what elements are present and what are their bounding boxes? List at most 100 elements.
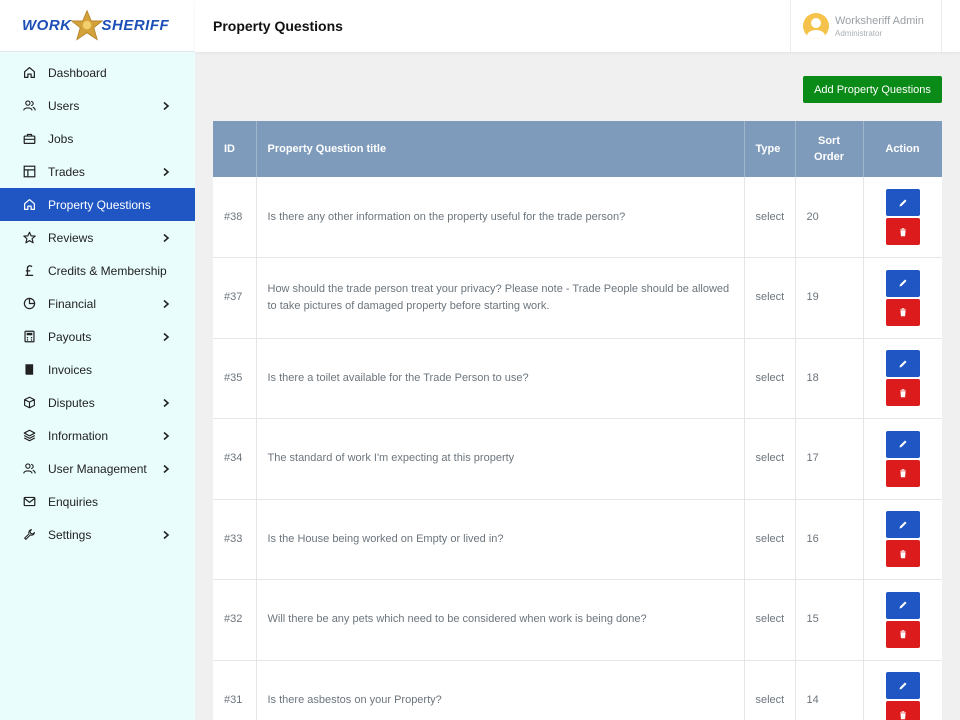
sidebar-item-users[interactable]: Users	[0, 89, 195, 122]
cell-title: Will there be any pets which need to be …	[256, 579, 745, 661]
briefcase-icon	[22, 132, 36, 146]
delete-button[interactable]	[885, 298, 920, 326]
sidebar-item-label: Credits & Membership	[48, 263, 167, 278]
calculator-icon	[22, 330, 36, 344]
column-header-title[interactable]: Property Question title	[256, 121, 745, 177]
sidebar-item-reviews[interactable]: Reviews	[0, 221, 195, 254]
delete-button[interactable]	[885, 379, 920, 407]
delete-button[interactable]	[885, 701, 920, 720]
property-questions-table: ID Property Question title Type Sort Ord…	[213, 121, 942, 720]
chevron-right-icon	[163, 299, 170, 308]
cell-title: Is there a toilet available for the Trad…	[256, 338, 745, 419]
edit-button[interactable]	[885, 511, 920, 539]
cell-type: select	[744, 257, 796, 339]
cell-id: #31	[213, 660, 257, 720]
sidebar-item-label: Jobs	[48, 131, 74, 146]
delete-button[interactable]	[885, 459, 920, 487]
trash-icon	[899, 710, 906, 720]
cell-action	[863, 499, 942, 580]
cell-title: Is the House being worked on Empty or li…	[256, 499, 745, 580]
column-header-sort-order[interactable]: Sort Order	[795, 121, 864, 177]
trash-icon	[899, 549, 906, 559]
sidebar-item-payouts[interactable]: Payouts	[0, 320, 195, 353]
cell-id: #35	[213, 338, 257, 419]
sidebar-item-label: Disputes	[48, 395, 95, 410]
delete-button[interactable]	[885, 218, 920, 245]
sidebar-item-property-questions[interactable]: Property Questions	[0, 188, 195, 221]
chevron-right-icon	[163, 398, 170, 407]
sidebar-item-enquiries[interactable]: Enquiries	[0, 485, 195, 518]
layers-icon	[22, 429, 36, 443]
delete-button[interactable]	[885, 620, 920, 648]
cell-title: Is there any other information on the pr…	[256, 177, 745, 258]
edit-button[interactable]	[885, 350, 920, 378]
logo-text-right: SHERIFF	[101, 17, 170, 34]
cell-id: #32	[213, 579, 257, 661]
edit-button[interactable]	[885, 189, 920, 216]
cell-id: #34	[213, 418, 257, 500]
column-header-action: Action	[863, 121, 942, 177]
trash-icon	[899, 630, 906, 639]
star-icon	[22, 231, 36, 245]
sidebar-nav: Dashboard Users Jobs Trades Property Questio…	[0, 52, 195, 551]
chevron-right-icon	[163, 530, 170, 539]
sidebar-item-information[interactable]: Information	[0, 419, 195, 452]
sidebar-item-label: Settings	[48, 527, 92, 542]
cell-id: #38	[213, 177, 257, 258]
tool-icon	[22, 528, 36, 542]
cell-type: select	[744, 177, 796, 258]
users-icon	[22, 99, 36, 113]
sidebar-item-credits-membership[interactable]: Credits & Membership	[0, 254, 195, 287]
sidebar-item-invoices[interactable]: Invoices	[0, 353, 195, 386]
chevron-right-icon	[163, 431, 170, 440]
trash-icon	[899, 388, 906, 398]
cell-type: select	[744, 338, 796, 419]
cell-type: select	[744, 418, 796, 500]
edit-button[interactable]	[885, 672, 920, 700]
sidebar-item-label: Property Questions	[48, 197, 151, 212]
sidebar-item-label: Reviews	[48, 230, 94, 245]
trash-icon	[899, 308, 906, 317]
brand-logo[interactable]: WORK SHERIFF	[0, 0, 195, 52]
column-header-type[interactable]: Type	[744, 121, 796, 177]
chevron-right-icon	[163, 332, 170, 341]
column-header-id[interactable]: ID	[213, 121, 257, 177]
box-icon	[22, 396, 36, 410]
edit-button[interactable]	[885, 269, 920, 297]
cell-sort-order: 17	[795, 418, 864, 500]
sidebar-item-trades[interactable]: Trades	[0, 155, 195, 188]
sidebar-item-disputes[interactable]: Disputes	[0, 386, 195, 419]
sheriff-star-icon	[69, 9, 104, 41]
sidebar-item-settings[interactable]: Settings	[0, 518, 195, 551]
sidebar-item-jobs[interactable]: Jobs	[0, 122, 195, 155]
pencil-icon	[899, 521, 906, 529]
table-row: #38 Is there any other information on the…	[213, 177, 942, 258]
table-row: #32 Will there be any pets which need to …	[213, 579, 942, 661]
trash-icon	[899, 227, 906, 236]
sidebar-item-label: Payouts	[48, 329, 92, 344]
page-title: Property Questions	[213, 18, 343, 34]
cell-type: select	[744, 579, 796, 661]
pencil-icon	[899, 199, 906, 206]
cell-sort-order: 15	[795, 579, 864, 661]
book-icon	[22, 363, 36, 377]
sidebar-item-financial[interactable]: Financial	[0, 287, 195, 320]
edit-button[interactable]	[885, 430, 920, 458]
sidebar-item-label: Users	[48, 98, 80, 113]
cell-action	[863, 660, 942, 720]
cell-sort-order: 14	[795, 660, 864, 720]
user-menu[interactable]: Worksheriff Admin Administrator	[790, 0, 942, 52]
delete-button[interactable]	[885, 540, 920, 568]
cell-id: #33	[213, 499, 257, 580]
edit-button[interactable]	[885, 591, 920, 619]
add-property-question-button[interactable]: Add Property Questions	[803, 76, 942, 103]
user-avatar-icon	[807, 18, 825, 39]
home-icon	[22, 66, 36, 80]
cell-action	[863, 338, 942, 419]
table-row: #33 Is the House being worked on Empty or…	[213, 499, 942, 580]
sidebar-item-dashboard[interactable]: Dashboard	[0, 56, 195, 89]
sidebar-item-user-management[interactable]: User Management	[0, 452, 195, 485]
layout-icon	[22, 165, 36, 179]
sidebar-item-label: Information	[48, 428, 109, 443]
cell-title: Is there asbestos on your Property?	[256, 660, 745, 720]
